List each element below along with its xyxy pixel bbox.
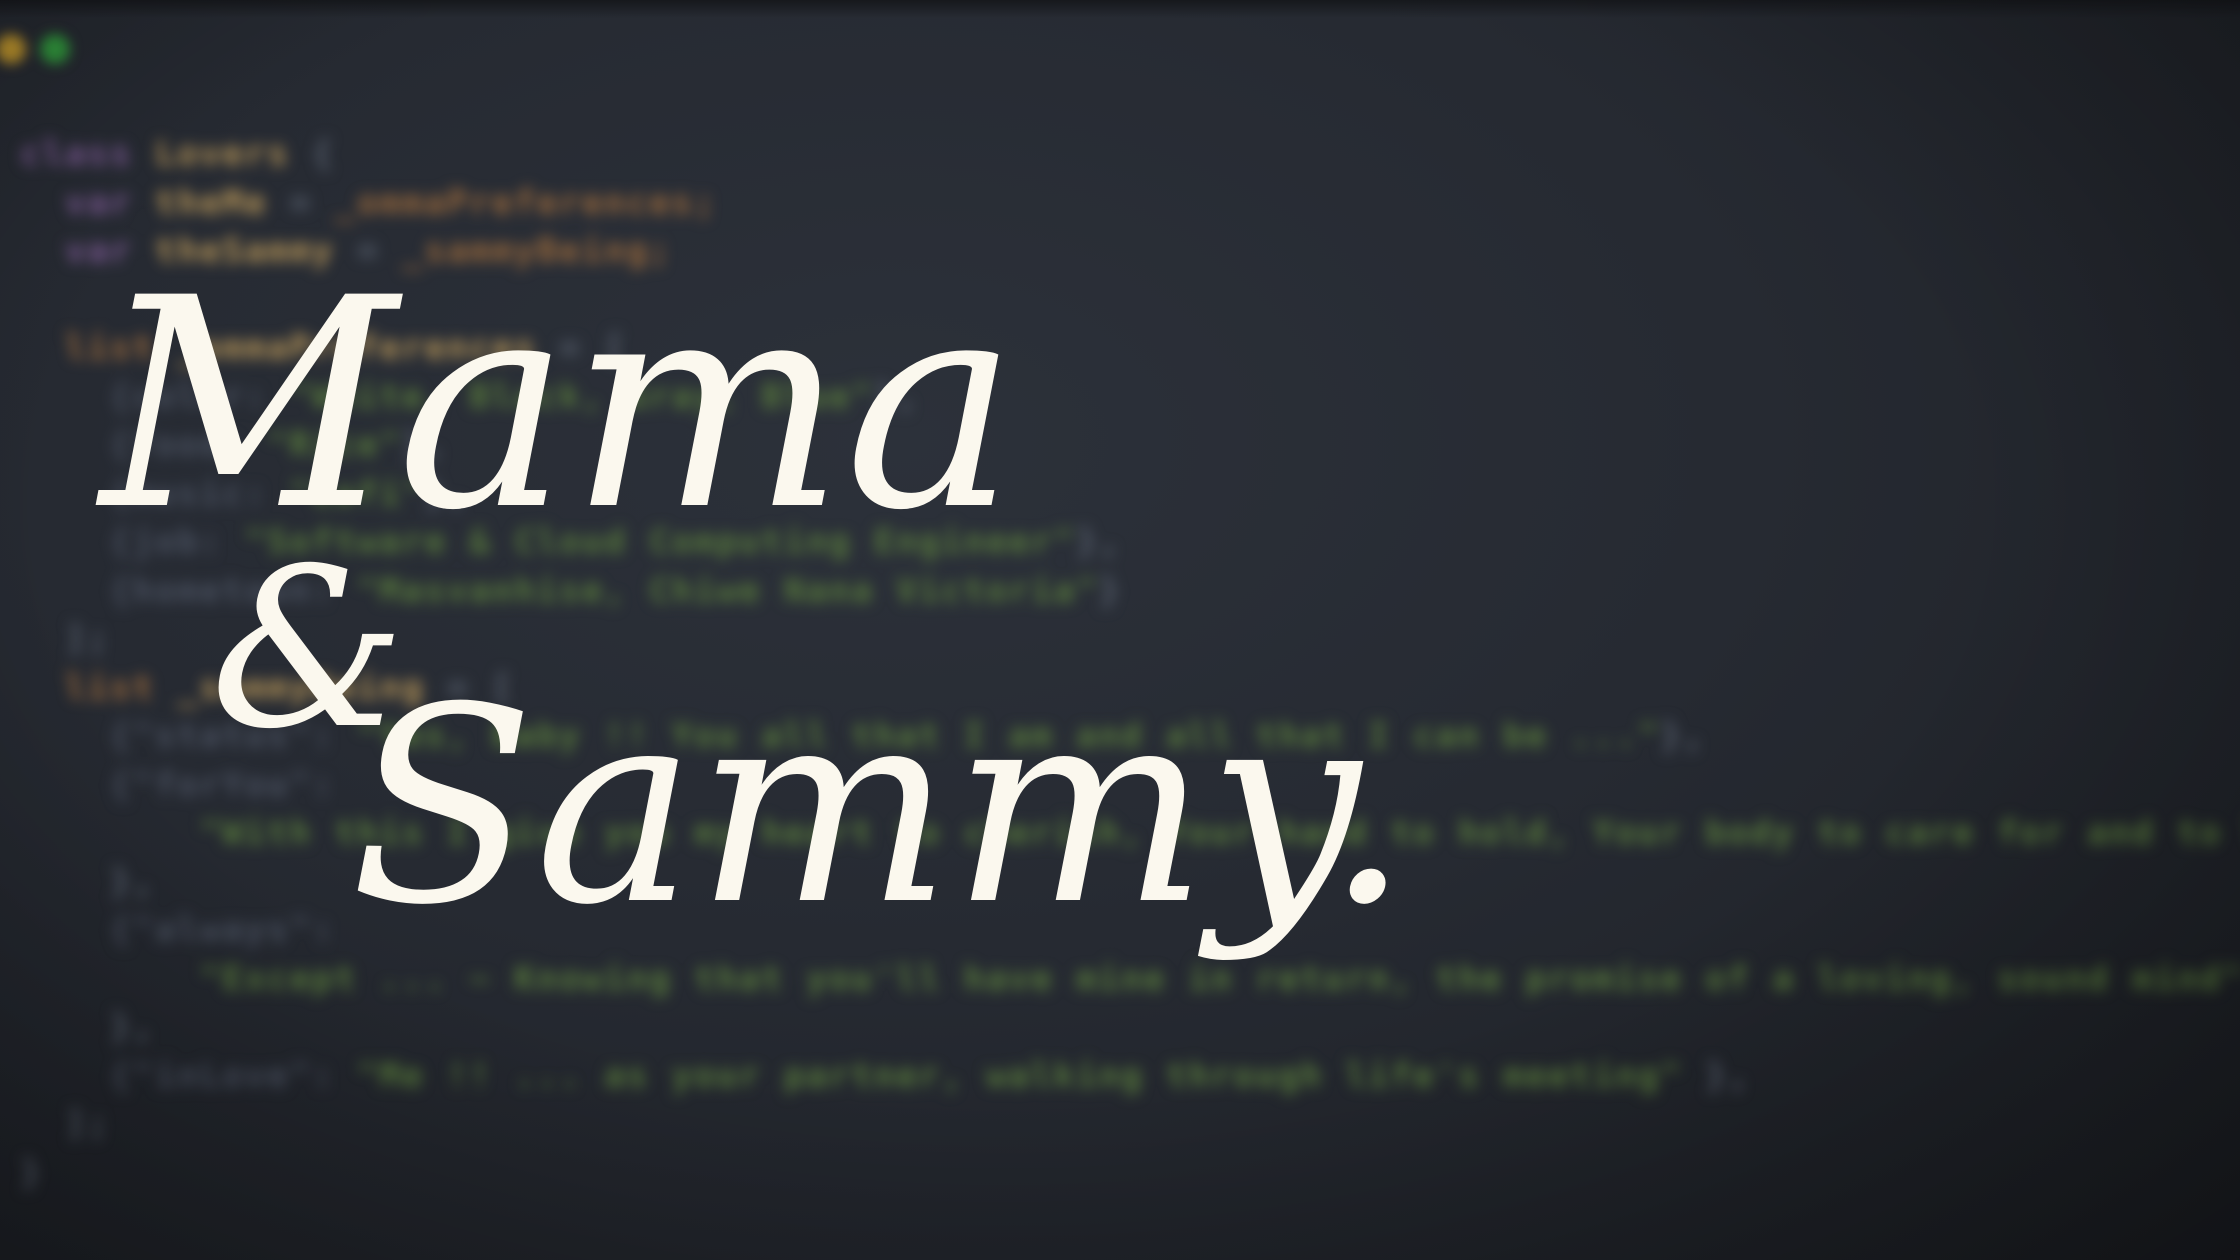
- blurred-code-wallpaper: class Lovers { var theMe = _ommaPreferen…: [0, 0, 2240, 1260]
- script-title: Mama & Sammy.: [95, 237, 1411, 964]
- title-line-sammy: Sammy.: [350, 649, 1411, 964]
